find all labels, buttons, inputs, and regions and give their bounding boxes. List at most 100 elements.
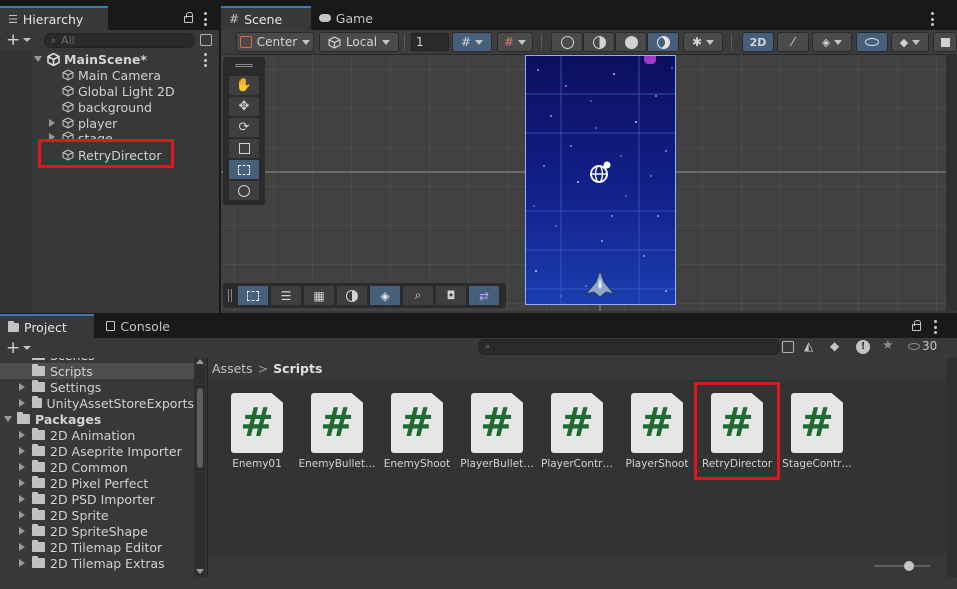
lock-icon[interactable] [184, 12, 193, 23]
overlay-layers-button[interactable]: ◈ [370, 286, 400, 305]
overlay-lighting-button[interactable] [337, 286, 367, 305]
rotate-tool-button[interactable]: ⟳ [229, 118, 259, 137]
scene-viewport[interactable]: ✋ ✥ ⟳ ☰ ▦ ◈ ⌕ ◘ ⇄ [221, 55, 946, 311]
asset-browser-scrollbar[interactable] [947, 358, 957, 577]
debug-draw-mode-button[interactable]: ✱ [683, 32, 723, 52]
scene-visibility-button[interactable] [856, 32, 888, 52]
rect-tool-button[interactable] [229, 160, 259, 179]
gizmos-button[interactable] [933, 32, 957, 52]
grid-snap-input[interactable]: 1 [411, 33, 449, 51]
expand-arrow-icon[interactable] [19, 383, 25, 391]
increment-snap-button[interactable]: # [497, 32, 533, 52]
more-menu-icon[interactable] [934, 320, 937, 334]
folder-tree-item[interactable]: 2D Animation [0, 427, 194, 443]
zoom-slider[interactable] [874, 561, 930, 571]
expand-arrow-icon[interactable] [19, 559, 25, 567]
search-filter-icon[interactable] [200, 34, 212, 46]
scale-tool-button[interactable] [229, 139, 259, 158]
expand-arrow-icon[interactable] [19, 495, 25, 503]
layers-dropdown[interactable]: ◆ [891, 32, 929, 52]
overlay-align-button[interactable]: ☰ [271, 286, 301, 305]
script-asset[interactable]: # PlayerContr… [538, 393, 616, 470]
script-asset[interactable]: # PlayerShoot [618, 393, 696, 470]
project-add-button[interactable]: + [6, 339, 34, 357]
script-asset[interactable]: # EnemyBullet… [298, 393, 376, 470]
hierarchy-item-main-camera[interactable]: Main Camera [62, 67, 161, 83]
folder-tree-item[interactable]: 2D Pixel Perfect [0, 475, 194, 491]
scene-root[interactable]: MainScene* [34, 51, 219, 67]
expand-arrow-icon[interactable] [19, 511, 25, 519]
overlay-rect-button[interactable] [238, 286, 268, 305]
expand-arrow-icon[interactable] [19, 431, 25, 439]
draw-mode-wireframe-button[interactable] [551, 32, 583, 52]
more-menu-icon[interactable] [931, 12, 934, 26]
folder-tree-item[interactable]: Scripts [0, 363, 194, 379]
scene-menu-icon[interactable] [204, 53, 207, 67]
more-menu-icon[interactable] [204, 12, 207, 26]
tab-scene[interactable]: # Scene [221, 6, 311, 30]
overlay-drag-handle[interactable] [228, 289, 232, 302]
lock-icon[interactable] [912, 320, 921, 331]
breadcrumb-scripts[interactable]: Scripts [273, 361, 322, 376]
enemy-sprite[interactable] [644, 56, 656, 64]
folder-tree-item[interactable]: Packages [0, 411, 194, 427]
filter-by-label-icon[interactable]: ◆ [830, 339, 839, 353]
folder-tree-item[interactable]: 2D Common [0, 459, 194, 475]
project-search-input[interactable]: ⌕ [478, 339, 780, 355]
overlay-search-button[interactable]: ⌕ [403, 286, 433, 305]
grid-snapping-button[interactable]: # [452, 32, 492, 52]
scrollbar-thumb[interactable] [197, 388, 203, 468]
hierarchy-item-player[interactable]: player [49, 115, 117, 131]
pivot-mode-dropdown[interactable]: Center [236, 32, 314, 52]
hand-tool-button[interactable]: ✋ [229, 76, 259, 95]
folder-tree-item[interactable]: 2D Sprite [0, 507, 194, 523]
zoom-slider-thumb[interactable] [904, 561, 914, 571]
folder-tree-item[interactable]: 2D Aseprite Importer [0, 443, 194, 459]
palette-drag-handle[interactable] [235, 64, 253, 67]
draw-mode-shaded-button[interactable] [615, 32, 647, 52]
scene-lighting-button[interactable]: ⁄ [777, 32, 809, 52]
hierarchy-search-input[interactable]: ⌕ All [44, 33, 195, 48]
player-ship-sprite[interactable] [584, 270, 616, 298]
folder-tree-item[interactable]: UnityAssetStoreExports [0, 395, 194, 411]
overlay-shuffle-button[interactable]: ⇄ [469, 286, 499, 305]
script-asset[interactable]: # StageContr… [778, 393, 856, 470]
hierarchy-add-button[interactable]: + [6, 31, 32, 48]
script-asset[interactable]: # EnemyShoot [378, 393, 456, 470]
expand-arrow-icon[interactable] [19, 527, 25, 535]
info-icon[interactable]: ! [856, 340, 870, 354]
expand-arrow-icon[interactable] [19, 447, 25, 455]
folder-tree-item[interactable]: 2D Tilemap Editor [0, 539, 194, 555]
folder-tree-item[interactable]: 2D SpriteShape [0, 523, 194, 539]
pivot-rotation-dropdown[interactable]: Local [319, 32, 399, 52]
chevron-up-icon[interactable] [196, 359, 204, 364]
expand-arrow-icon[interactable] [49, 119, 55, 127]
hidden-packages-toggle[interactable]: 30 [908, 339, 937, 353]
draw-mode-shaded-wire-button[interactable] [583, 32, 615, 52]
expand-arrow-icon[interactable] [19, 479, 25, 487]
effects-dropdown[interactable]: ◈ [812, 32, 852, 52]
search-by-type-icon[interactable] [782, 341, 794, 353]
tab-game[interactable]: Game [311, 6, 381, 30]
lighting-toggle-button[interactable] [647, 32, 679, 52]
tab-console[interactable]: Console [98, 314, 178, 338]
tab-project[interactable]: Project [0, 314, 94, 338]
global-light-gizmo-icon[interactable] [588, 161, 612, 185]
scene-scrollbar-vertical[interactable] [946, 55, 957, 311]
expand-arrow-icon[interactable] [19, 543, 25, 551]
script-asset[interactable]: # Enemy01 [218, 393, 296, 470]
hierarchy-item-background[interactable]: background [62, 99, 152, 115]
move-tool-button[interactable]: ✥ [229, 97, 259, 116]
expand-arrow-icon[interactable] [34, 56, 42, 62]
breadcrumb-assets[interactable]: Assets [212, 361, 253, 376]
favorites-star-icon[interactable]: ★ [882, 338, 894, 353]
overlay-tilemap-button[interactable]: ▦ [304, 286, 334, 305]
folder-tree-item[interactable]: 2D PSD Importer [0, 491, 194, 507]
mode-2d-button[interactable]: 2D [742, 32, 774, 52]
transform-tool-button[interactable] [229, 181, 259, 200]
overlay-camera-button[interactable]: ◘ [436, 286, 466, 305]
tab-hierarchy[interactable]: ☰ Hierarchy [0, 6, 108, 30]
folder-tree-item[interactable]: Settings [0, 379, 194, 395]
tree-scrollbar[interactable] [194, 358, 206, 577]
expand-arrow-icon[interactable] [19, 399, 25, 407]
